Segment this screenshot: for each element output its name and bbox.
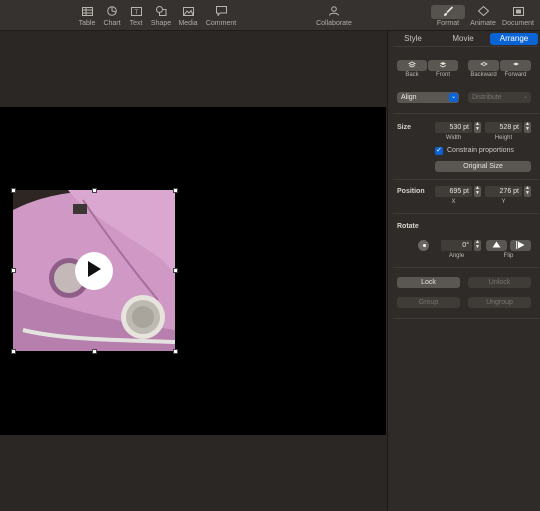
collaborate-label: Collaborate (316, 20, 352, 27)
height-field[interactable]: 528 pt (485, 122, 522, 133)
media-button[interactable]: Media (171, 5, 205, 27)
divider (393, 179, 539, 180)
angle-field[interactable]: 0° (441, 240, 472, 251)
resize-handle-left[interactable] (11, 268, 16, 273)
chart-icon (105, 5, 119, 17)
height-label: Height (494, 135, 513, 141)
chevron-down-icon: ⌄ (449, 93, 458, 102)
text-icon: T (129, 5, 143, 17)
chart-label: Chart (103, 20, 121, 27)
tab-movie[interactable]: Movie (443, 33, 483, 45)
animate-label: Animate (470, 20, 496, 27)
distribute-popup: Distribute ⌄ (468, 92, 531, 103)
shape-label: Shape (150, 20, 172, 27)
x-field[interactable]: 695 pt (435, 186, 472, 197)
resize-handle-bottom-left[interactable] (11, 349, 16, 354)
document-label: Document (502, 20, 534, 27)
tab-style[interactable]: Style (393, 33, 433, 45)
width-field[interactable]: 530 pt (435, 122, 472, 133)
comment-label: Comment (205, 20, 237, 27)
text-label: Text (129, 20, 143, 27)
align-popup[interactable]: Align ⌄ (397, 92, 459, 103)
back-label: Back (405, 72, 419, 78)
height-stepper[interactable]: ▲ ▼ (524, 122, 531, 133)
table-label: Table (78, 20, 96, 27)
flip-label: Flip (503, 253, 514, 259)
table-icon (80, 5, 94, 17)
rotate-dial[interactable] (418, 240, 429, 251)
media-icon (181, 5, 195, 17)
front-label: Front (435, 72, 450, 78)
divider (393, 267, 539, 268)
document-button[interactable]: Document (501, 5, 535, 27)
resize-handle-bottom-right[interactable] (173, 349, 178, 354)
layer-forward-icon (512, 61, 520, 70)
group-button: Group (397, 297, 460, 308)
format-button[interactable]: Format (431, 5, 465, 27)
constrain-checkbox[interactable]: ✓ (435, 147, 443, 155)
inspector-panel: Style Movie Arrange Back Front Backward … (387, 31, 540, 511)
layer-backward-icon (479, 61, 488, 70)
resize-handle-top-right[interactable] (173, 188, 178, 193)
distribute-label: Distribute (472, 94, 502, 101)
flip-horizontal-icon (516, 240, 525, 251)
front-button[interactable] (428, 60, 458, 71)
backward-label: Backward (470, 72, 497, 78)
y-field[interactable]: 276 pt (485, 186, 522, 197)
y-stepper[interactable]: ▲ ▼ (524, 186, 531, 197)
back-button[interactable] (397, 60, 427, 71)
width-stepper[interactable]: ▲ ▼ (474, 122, 481, 133)
x-label: X (451, 199, 456, 205)
angle-stepper[interactable]: ▲ ▼ (474, 240, 481, 251)
shape-icon (154, 5, 168, 17)
x-stepper[interactable]: ▲ ▼ (474, 186, 481, 197)
forward-label: Forward (504, 72, 527, 78)
align-label: Align (401, 94, 417, 101)
flip-vertical-icon (492, 241, 501, 250)
play-button[interactable] (75, 252, 113, 290)
divider (393, 46, 539, 47)
play-icon (86, 260, 102, 283)
resize-handle-right[interactable] (173, 268, 178, 273)
toolbar: Table Chart T Text Shape Media Comment C… (0, 0, 540, 31)
layer-back-icon (408, 61, 416, 70)
unlock-button: Unlock (468, 277, 531, 288)
divider (393, 318, 539, 319)
rotate-title: Rotate (397, 223, 419, 230)
chevron-down-icon: ⌄ (522, 94, 529, 100)
flip-horizontal-button[interactable] (510, 240, 531, 251)
ungroup-button: Ungroup (468, 297, 531, 308)
comment-button[interactable]: Comment (204, 5, 238, 27)
format-label: Format (436, 20, 460, 27)
collaborate-icon (327, 5, 341, 17)
media-label: Media (178, 20, 198, 27)
angle-label: Angle (448, 253, 465, 259)
forward-button[interactable] (500, 60, 531, 71)
resize-handle-top-left[interactable] (11, 188, 16, 193)
document-icon (511, 5, 525, 17)
diamond-icon (476, 5, 490, 17)
flip-vertical-button[interactable] (486, 240, 507, 251)
divider (393, 113, 539, 114)
resize-handle-top[interactable] (92, 188, 97, 193)
paintbrush-icon (441, 5, 455, 17)
animate-button[interactable]: Animate (466, 5, 500, 27)
backward-button[interactable] (468, 60, 499, 71)
size-title: Size (397, 124, 412, 131)
svg-text:T: T (134, 10, 138, 16)
width-label: Width (445, 135, 462, 141)
original-size-button[interactable]: Original Size (435, 161, 531, 172)
y-label: Y (501, 199, 506, 205)
inspector-tabs: Style Movie Arrange (388, 31, 540, 46)
resize-handle-bottom[interactable] (92, 349, 97, 354)
position-title: Position (397, 188, 425, 195)
collaborate-button[interactable]: Collaborate (316, 5, 352, 27)
divider (393, 213, 539, 214)
comment-icon (214, 5, 228, 17)
tab-arrange[interactable]: Arrange (490, 33, 538, 45)
constrain-label: Constrain proportions (447, 147, 514, 154)
layer-front-icon (439, 61, 447, 70)
lock-button[interactable]: Lock (397, 277, 460, 288)
